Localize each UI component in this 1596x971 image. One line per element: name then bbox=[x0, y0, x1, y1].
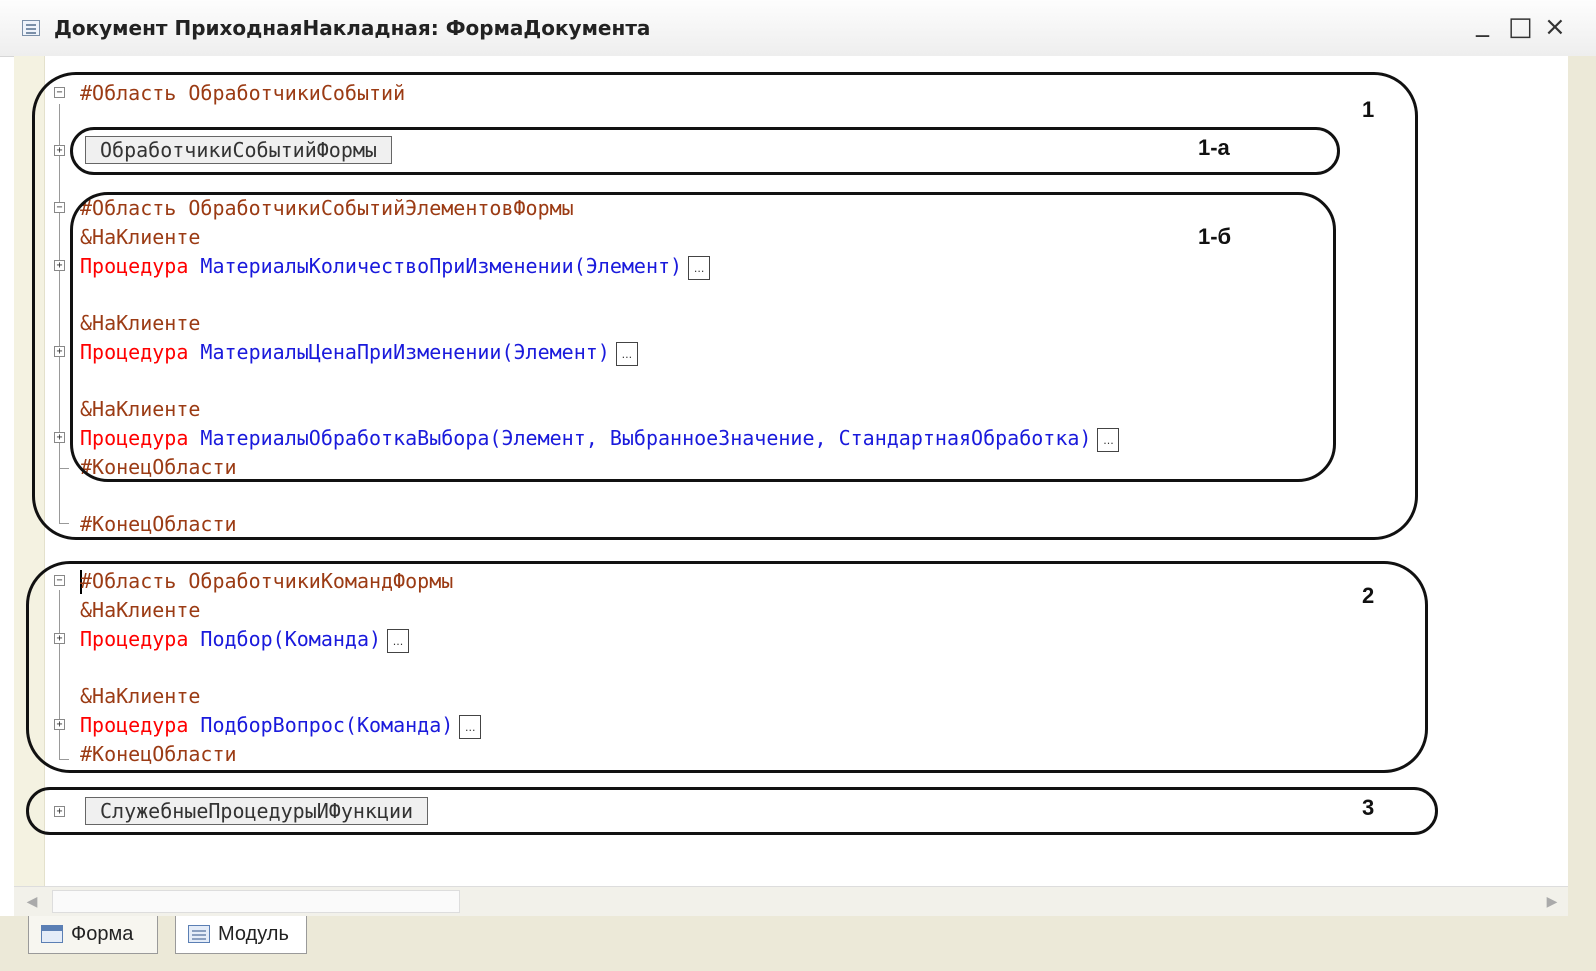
document-icon bbox=[22, 20, 40, 36]
code-line-directive[interactable]: &НаКлиенте bbox=[80, 396, 200, 422]
collapsed-body-button[interactable]: ... bbox=[688, 255, 711, 280]
procedure-name: МатериалыОбработкаВыбора bbox=[200, 426, 490, 450]
expand-toggle-icon[interactable]: + bbox=[54, 260, 65, 271]
window-titlebar: Документ ПриходнаяНакладная: ФормаДокуме… bbox=[0, 0, 1596, 57]
code-line-region-open[interactable]: #Область ОбработчикиСобытийЭлементовФорм… bbox=[80, 195, 574, 221]
expand-toggle-icon[interactable]: + bbox=[54, 346, 65, 357]
annotation-label-3: 3 bbox=[1362, 795, 1375, 820]
fold-tree-line bbox=[59, 104, 60, 524]
procedure-params: (Команда) bbox=[272, 627, 382, 651]
procedure-name: МатериалыЦенаПриИзменении bbox=[200, 340, 502, 364]
maximize-button[interactable]: □ bbox=[1508, 12, 1533, 42]
collapse-toggle-icon[interactable]: − bbox=[54, 87, 65, 98]
code-line-region-open[interactable]: #Область ОбработчикиСобытий bbox=[80, 80, 405, 106]
code-line-directive[interactable]: &НаКлиенте bbox=[80, 310, 200, 336]
procedure-params: (Элемент) bbox=[501, 340, 610, 364]
expand-toggle-icon[interactable]: + bbox=[54, 145, 65, 156]
fold-tree-line bbox=[59, 759, 69, 760]
tab-label: Модуль bbox=[218, 923, 289, 945]
horizontal-scrollbar[interactable]: ◀ ▶ bbox=[14, 886, 1568, 917]
region-name: ОбработчикиКомандФормы bbox=[188, 569, 454, 593]
annotation-label-1a: 1-а bbox=[1198, 135, 1230, 160]
procedure-name: МатериалыКоличествоПриИзменении bbox=[200, 254, 574, 278]
scroll-left-icon[interactable]: ◀ bbox=[20, 887, 44, 917]
form-icon bbox=[41, 925, 63, 943]
region-keyword: #Область bbox=[80, 81, 177, 105]
editor-gutter bbox=[14, 56, 45, 886]
annotation-label-1: 1 bbox=[1362, 97, 1375, 122]
code-line-directive[interactable]: &НаКлиенте bbox=[80, 683, 200, 709]
procedure-keyword: Процедура bbox=[80, 254, 189, 278]
code-editor[interactable] bbox=[14, 56, 1568, 886]
code-line-directive[interactable]: &НаКлиенте bbox=[80, 224, 200, 250]
code-line-directive[interactable]: &НаКлиенте bbox=[80, 597, 200, 623]
procedure-params: (Элемент) bbox=[573, 254, 683, 278]
procedure-params: (Элемент, ВыбранноеЗначение, Стандартная… bbox=[489, 426, 1092, 450]
window-title: Документ ПриходнаяНакладная: ФормаДокуме… bbox=[54, 16, 651, 40]
tab-bar: Форма Модуль bbox=[0, 916, 1568, 971]
annotation-label-1b: 1-б bbox=[1198, 224, 1232, 249]
collapsed-body-button[interactable]: ... bbox=[459, 714, 482, 739]
code-line-region-open[interactable]: #Область ОбработчикиКомандФормы bbox=[80, 568, 453, 594]
code-line-end-region[interactable]: #КонецОбласти bbox=[80, 741, 237, 767]
procedure-name: Подбор bbox=[200, 627, 273, 651]
collapsed-body-button[interactable]: ... bbox=[615, 341, 638, 366]
region-keyword: #Область bbox=[80, 569, 177, 593]
minimize-button[interactable]: _ bbox=[1476, 8, 1489, 38]
region-name: ОбработчикиСобытийЭлементовФормы bbox=[188, 196, 574, 220]
collapsed-body-button[interactable]: ... bbox=[1097, 427, 1120, 452]
annotation-label-2: 2 bbox=[1362, 583, 1375, 608]
procedure-params: (Команда) bbox=[344, 713, 454, 737]
scroll-right-icon[interactable]: ▶ bbox=[1540, 887, 1564, 917]
code-line-end-region[interactable]: #КонецОбласти bbox=[80, 454, 237, 480]
code-line-procedure[interactable]: Процедура МатериалыКоличествоПриИзменени… bbox=[80, 253, 711, 280]
procedure-keyword: Процедура bbox=[80, 426, 189, 450]
code-line-procedure[interactable]: Процедура МатериалыОбработкаВыбора(Элеме… bbox=[80, 425, 1120, 452]
tab-label: Форма bbox=[71, 923, 134, 945]
procedure-keyword: Процедура bbox=[80, 713, 189, 737]
expand-toggle-icon[interactable]: + bbox=[54, 719, 65, 730]
collapsed-body-button[interactable]: ... bbox=[387, 628, 410, 653]
code-line-procedure[interactable]: Процедура ПодборВопрос(Команда)... bbox=[80, 712, 482, 739]
collapsed-region-3[interactable]: СлужебныеПроцедурыИФункции bbox=[85, 797, 429, 825]
procedure-name: ПодборВопрос bbox=[200, 713, 345, 737]
collapsed-region-1a[interactable]: ОбработчикиСобытийФормы bbox=[85, 136, 392, 164]
code-line-procedure[interactable]: Процедура МатериалыЦенаПриИзменении(Элем… bbox=[80, 339, 638, 366]
fold-tree-line bbox=[59, 468, 69, 469]
collapse-toggle-icon[interactable]: − bbox=[54, 202, 65, 213]
region-name: ОбработчикиСобытий bbox=[188, 81, 406, 105]
region-keyword: #Область bbox=[80, 196, 177, 220]
window-right-border bbox=[1568, 56, 1596, 971]
procedure-keyword: Процедура bbox=[80, 627, 189, 651]
fold-tree-line bbox=[59, 590, 60, 760]
tab-module[interactable]: Модуль bbox=[175, 916, 307, 954]
close-button[interactable]: × bbox=[1544, 12, 1566, 42]
collapse-toggle-icon[interactable]: − bbox=[54, 575, 65, 586]
expand-toggle-icon[interactable]: + bbox=[54, 806, 65, 817]
scrollbar-thumb[interactable] bbox=[52, 890, 460, 913]
code-line-end-region[interactable]: #КонецОбласти bbox=[80, 511, 237, 537]
procedure-keyword: Процедура bbox=[80, 340, 189, 364]
expand-toggle-icon[interactable]: + bbox=[54, 432, 65, 443]
tab-form[interactable]: Форма bbox=[28, 916, 158, 954]
expand-toggle-icon[interactable]: + bbox=[54, 633, 65, 644]
module-icon bbox=[188, 925, 210, 943]
fold-tree-line bbox=[59, 523, 69, 524]
code-line-procedure[interactable]: Процедура Подбор(Команда)... bbox=[80, 626, 410, 653]
